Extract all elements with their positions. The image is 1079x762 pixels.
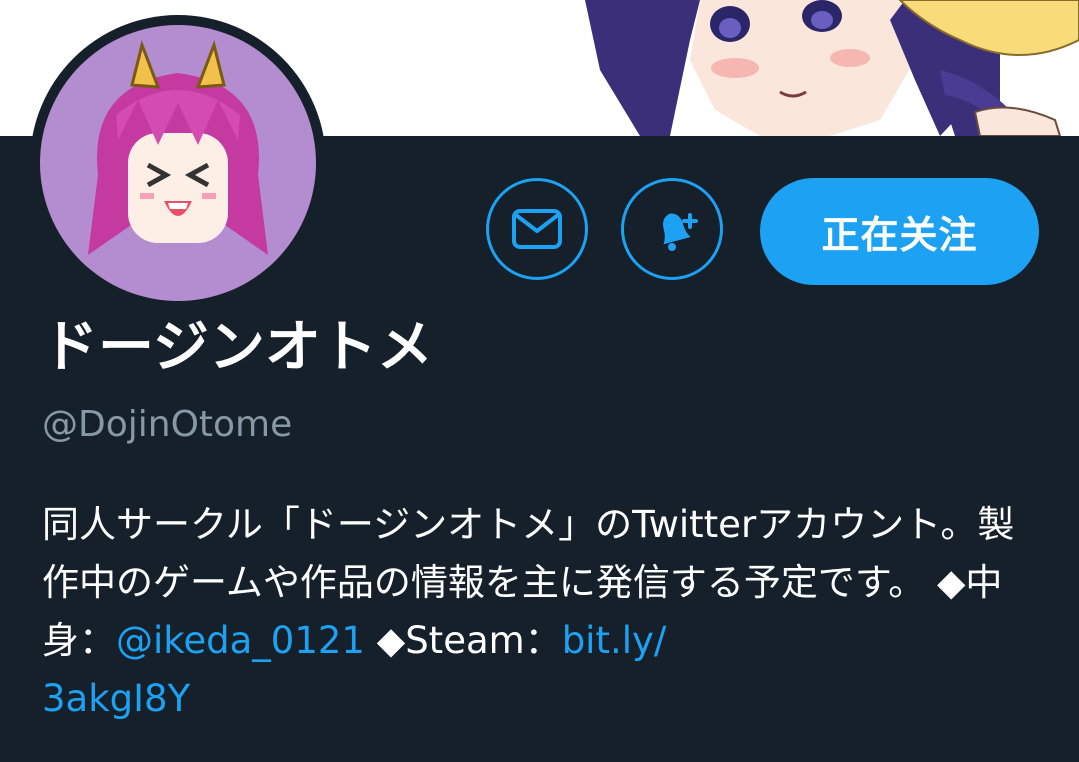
user-handle[interactable]: @DojinOtome [42,400,292,450]
bell-plus-icon [663,213,698,251]
envelope-icon [512,209,562,249]
display-name: ドージンオトメ [42,315,433,380]
bio-mention-link[interactable]: @ikeda_0121 [116,619,365,662]
bio-url-part: 3akgI8Y [42,677,191,720]
following-button[interactable]: 正在关注 [760,178,1039,285]
profile-avatar[interactable] [30,15,326,311]
avatar-image [40,25,316,301]
notifications-button[interactable] [621,178,723,280]
profile-bio: 同人サークル「ドージンオトメ」のTwitterアカウント。製作中のゲームや作品の… [42,496,1042,728]
bio-url-part: bit.ly/ [561,619,667,662]
profile-page: 正在关注 ドージンオトメ @DojinOtome 同人サークル「ドージンオトメ」… [0,0,1079,762]
message-button[interactable] [486,178,588,280]
bio-text-steam: ◆Steam： [364,619,562,662]
